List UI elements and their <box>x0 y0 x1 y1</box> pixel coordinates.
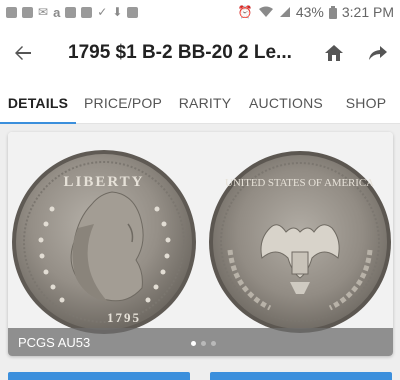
page-indicator <box>191 341 216 346</box>
tab-auctions[interactable]: AUCTIONS <box>240 82 332 124</box>
home-icon <box>325 45 343 61</box>
grade-caption: PCGS AU53 <box>18 334 91 350</box>
mail-icon: ✉ <box>38 5 49 19</box>
download-icon: ⬇ <box>112 5 123 19</box>
page-dot[interactable] <box>201 341 206 346</box>
reverse-legend: UNITED STATES OF AMERICA <box>225 177 375 189</box>
camera-icon <box>127 6 139 18</box>
coin-images[interactable]: LIBERTY 1795 UNITED STATES OF AMERICA <box>8 132 393 356</box>
tab-rarity[interactable]: RARITY <box>170 82 240 124</box>
system-icons: ⏰ 43% 3:21 PM <box>238 4 394 20</box>
share-icon <box>369 46 387 60</box>
back-button[interactable] <box>0 24 46 82</box>
home-button[interactable] <box>312 24 356 82</box>
bottom-action-button-right[interactable] <box>210 372 392 380</box>
share-button[interactable] <box>356 24 400 82</box>
app-bar: 1795 $1 B-2 BB-20 2 Le... <box>0 24 400 82</box>
notification-icons: ✉ a ✓ ⬇ <box>6 4 139 20</box>
image-gallery-card[interactable]: LIBERTY 1795 UNITED STATES OF AMERICA PC… <box>8 132 393 356</box>
amazon-icon: a <box>53 4 61 20</box>
clock: 3:21 PM <box>341 4 394 20</box>
email-icon <box>22 6 33 18</box>
bottom-action-button-left[interactable] <box>8 372 190 380</box>
obverse-legend: LIBERTY <box>64 174 145 190</box>
battery-percent: 43% <box>295 4 324 20</box>
reverse-coin: UNITED STATES OF AMERICA <box>209 151 391 333</box>
page-dot-active[interactable] <box>191 341 196 346</box>
tab-price-pop[interactable]: PRICE/POP <box>76 82 170 124</box>
page-title: 1795 $1 B-2 BB-20 2 Le... <box>68 42 292 63</box>
alarm-icon: ⏰ <box>237 5 253 19</box>
battery-icon <box>328 5 337 19</box>
image-icon <box>65 6 77 18</box>
email-icon <box>6 6 17 18</box>
page-dot[interactable] <box>211 341 216 346</box>
check-icon: ✓ <box>97 5 108 19</box>
signal-icon <box>279 7 290 17</box>
arrow-back-icon <box>15 46 31 60</box>
wifi-icon <box>258 6 273 17</box>
status-bar: ✉ a ✓ ⬇ ⏰ 43% 3:21 PM <box>0 0 400 24</box>
coin-photo: LIBERTY 1795 UNITED STATES OF AMERICA <box>12 150 391 334</box>
tab-bar: DETAILS PRICE/POP RARITY AUCTIONS SHOP <box>0 82 400 125</box>
tab-shop[interactable]: SHOP <box>332 82 400 124</box>
image-icon <box>81 6 93 18</box>
obverse-coin: LIBERTY 1795 <box>12 150 196 334</box>
tab-details[interactable]: DETAILS <box>0 82 76 125</box>
obverse-date: 1795 <box>107 310 141 325</box>
